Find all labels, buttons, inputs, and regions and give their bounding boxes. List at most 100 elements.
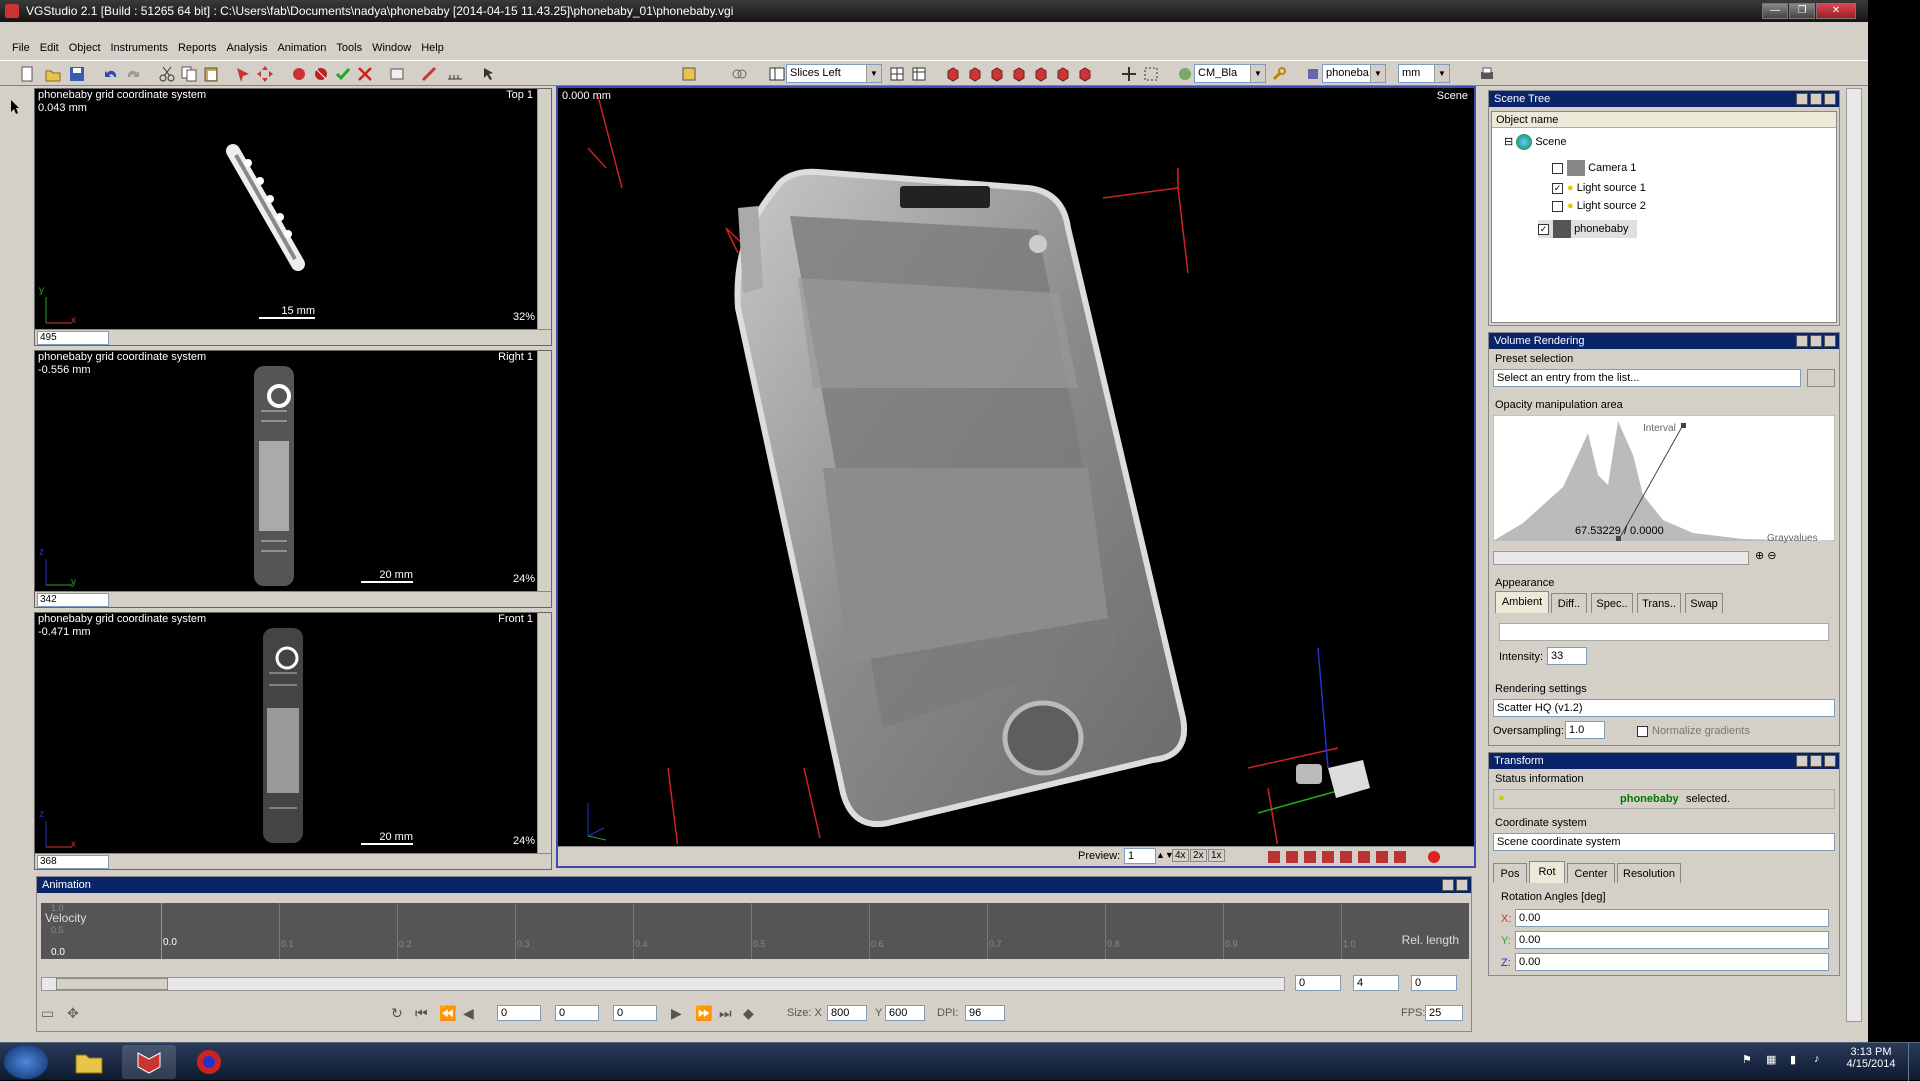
visibility-checkbox[interactable] bbox=[1552, 162, 1563, 174]
color-bar[interactable] bbox=[1499, 623, 1829, 641]
float-panel-icon[interactable] bbox=[1442, 879, 1454, 891]
vertical-scrollbar[interactable] bbox=[537, 89, 551, 329]
zoom-in-icon[interactable]: ⊕ bbox=[1755, 550, 1764, 562]
vertical-scrollbar[interactable] bbox=[537, 613, 551, 853]
vgstudio-taskbar-icon[interactable] bbox=[122, 1045, 176, 1079]
pan-icon[interactable] bbox=[1120, 65, 1138, 83]
visibility-checkbox[interactable]: ✓ bbox=[1538, 223, 1549, 235]
menu-instruments[interactable]: Instruments bbox=[106, 38, 173, 58]
select-tool-icon[interactable] bbox=[234, 65, 252, 83]
right-panel-scrollbar[interactable] bbox=[1846, 88, 1862, 1022]
loop-icon[interactable]: ↻ bbox=[391, 1005, 403, 1022]
range-start-field[interactable]: 0 bbox=[1295, 975, 1341, 991]
vertical-scrollbar[interactable] bbox=[537, 351, 551, 591]
tab-pos[interactable]: Pos bbox=[1493, 863, 1527, 883]
object-dropdown[interactable]: phoneba ▼ bbox=[1322, 64, 1386, 83]
tab-rot[interactable]: Rot bbox=[1529, 861, 1565, 883]
view-3d[interactable]: 0.000 mm Scene Preview: 1 ▲▼ 4x 2x 1x bbox=[556, 86, 1476, 868]
size-x-field[interactable]: 800 bbox=[827, 1005, 867, 1021]
rendering-select[interactable]: Scatter HQ (v1.2) bbox=[1493, 699, 1835, 717]
rotation-y-field[interactable]: 0.00 bbox=[1515, 931, 1829, 949]
object-icon[interactable] bbox=[1304, 65, 1322, 83]
colormap-dropdown[interactable]: CM_Bla ▼ bbox=[1194, 64, 1266, 83]
cube-top-icon[interactable] bbox=[1032, 65, 1050, 83]
move-tool-icon[interactable] bbox=[256, 65, 274, 83]
slice-number-field[interactable]: 342 bbox=[37, 593, 109, 607]
intensity-field[interactable]: 33 bbox=[1547, 647, 1587, 665]
undo-icon[interactable] bbox=[102, 65, 120, 83]
wrench-icon[interactable] bbox=[1270, 65, 1288, 83]
ruler-icon[interactable] bbox=[446, 65, 464, 83]
dpi-field[interactable]: 96 bbox=[965, 1005, 1005, 1021]
coordinate-system-select[interactable]: Scene coordinate system bbox=[1493, 833, 1835, 851]
oversampling-field[interactable]: 1.0 bbox=[1565, 721, 1605, 739]
keyframe-tool-icon[interactable]: ▭ bbox=[41, 1005, 54, 1022]
volume-icon[interactable]: ♪ bbox=[1814, 1053, 1820, 1065]
prev-frame-icon[interactable]: ◀ bbox=[463, 1005, 474, 1022]
rotation-z-field[interactable]: 0.00 bbox=[1515, 953, 1829, 971]
histogram-scrollbar[interactable] bbox=[1493, 551, 1749, 565]
clock[interactable]: 3:13 PM 4/15/2014 bbox=[1838, 1046, 1904, 1070]
tab-specular[interactable]: Spec.. bbox=[1591, 593, 1633, 613]
tree-item-camera[interactable]: Camera 1 bbox=[1552, 160, 1636, 177]
float-panel-icon[interactable] bbox=[1810, 335, 1822, 347]
render-tool-icon[interactable] bbox=[290, 65, 308, 83]
menu-window[interactable]: Window bbox=[367, 38, 416, 58]
layout-dropdown[interactable]: Slices Left ▼ bbox=[786, 64, 882, 83]
unit-dropdown[interactable]: mm ▼ bbox=[1398, 64, 1450, 83]
tree-item-phonebaby[interactable]: ✓ phonebaby bbox=[1538, 220, 1637, 238]
check-tool-icon[interactable] bbox=[334, 65, 352, 83]
new-file-icon[interactable] bbox=[18, 65, 36, 83]
cube-bottom-icon[interactable] bbox=[1054, 65, 1072, 83]
tab-swap[interactable]: Swap bbox=[1685, 593, 1723, 613]
folder-icon[interactable] bbox=[62, 1045, 116, 1079]
measure-icon[interactable] bbox=[420, 65, 438, 83]
tree-item-scene[interactable]: ⊟ Scene bbox=[1504, 134, 1567, 151]
table-view-icon[interactable] bbox=[910, 65, 928, 83]
scrollbar-thumb[interactable] bbox=[56, 978, 168, 990]
cube-iso-icon[interactable] bbox=[1076, 65, 1094, 83]
link-icon[interactable] bbox=[730, 65, 748, 83]
rotation-x-field[interactable]: 0.00 bbox=[1515, 909, 1829, 927]
menu-tools[interactable]: Tools bbox=[331, 38, 367, 58]
copy-icon[interactable] bbox=[180, 65, 198, 83]
menu-edit[interactable]: Edit bbox=[35, 38, 64, 58]
frame-field[interactable]: 0 bbox=[497, 1005, 541, 1021]
checkbox[interactable] bbox=[1637, 725, 1648, 737]
minimize-panel-icon[interactable] bbox=[1796, 93, 1808, 105]
export-icon[interactable] bbox=[388, 65, 406, 83]
fps-field[interactable]: 25 bbox=[1425, 1005, 1463, 1021]
grid-view-icon[interactable] bbox=[888, 65, 906, 83]
preset-select[interactable]: Select an entry from the list... bbox=[1493, 369, 1801, 387]
visibility-checkbox[interactable]: ✓ bbox=[1552, 182, 1563, 194]
network-icon[interactable]: ▦ bbox=[1766, 1053, 1776, 1066]
paste-icon[interactable] bbox=[202, 65, 220, 83]
pointer-dropdown-icon[interactable] bbox=[480, 65, 498, 83]
cube-right-icon[interactable] bbox=[1010, 65, 1028, 83]
maximize-button[interactable]: ❐ bbox=[1789, 3, 1815, 19]
float-panel-icon[interactable] bbox=[1810, 755, 1822, 767]
tree-item-light2[interactable]: ● Light source 2 bbox=[1552, 198, 1646, 214]
preview-field[interactable]: 1 bbox=[1124, 848, 1156, 864]
print-icon[interactable] bbox=[1478, 65, 1496, 83]
minimize-panel-icon[interactable] bbox=[1796, 335, 1808, 347]
preview-1x-button[interactable]: 1x bbox=[1208, 849, 1225, 862]
cut-icon[interactable] bbox=[158, 65, 176, 83]
segment-tool-icon[interactable] bbox=[312, 65, 330, 83]
slice-view-top[interactable]: phonebaby grid coordinate system 0.043 mm… bbox=[34, 88, 552, 346]
snapshot-icon[interactable] bbox=[680, 65, 698, 83]
move-keyframe-icon[interactable]: ✥ bbox=[67, 1005, 79, 1022]
cube-left-icon[interactable] bbox=[988, 65, 1006, 83]
tab-center[interactable]: Center bbox=[1567, 863, 1615, 883]
close-panel-icon[interactable] bbox=[1824, 93, 1836, 105]
close-panel-icon[interactable] bbox=[1456, 879, 1468, 891]
slice-view-front[interactable]: phonebaby grid coordinate system -0.471 m… bbox=[34, 612, 552, 870]
range-end-field[interactable]: 0 bbox=[1411, 975, 1457, 991]
tab-ambient[interactable]: Ambient bbox=[1495, 591, 1549, 613]
redo-icon[interactable] bbox=[124, 65, 142, 83]
zoom-out-icon[interactable]: ⊖ bbox=[1767, 550, 1776, 562]
last-frame-icon[interactable]: ⏭ bbox=[719, 1005, 732, 1022]
timeline-scrollbar[interactable] bbox=[41, 977, 1285, 991]
pointer-tool-icon[interactable] bbox=[8, 98, 26, 116]
size-y-field[interactable]: 600 bbox=[885, 1005, 925, 1021]
